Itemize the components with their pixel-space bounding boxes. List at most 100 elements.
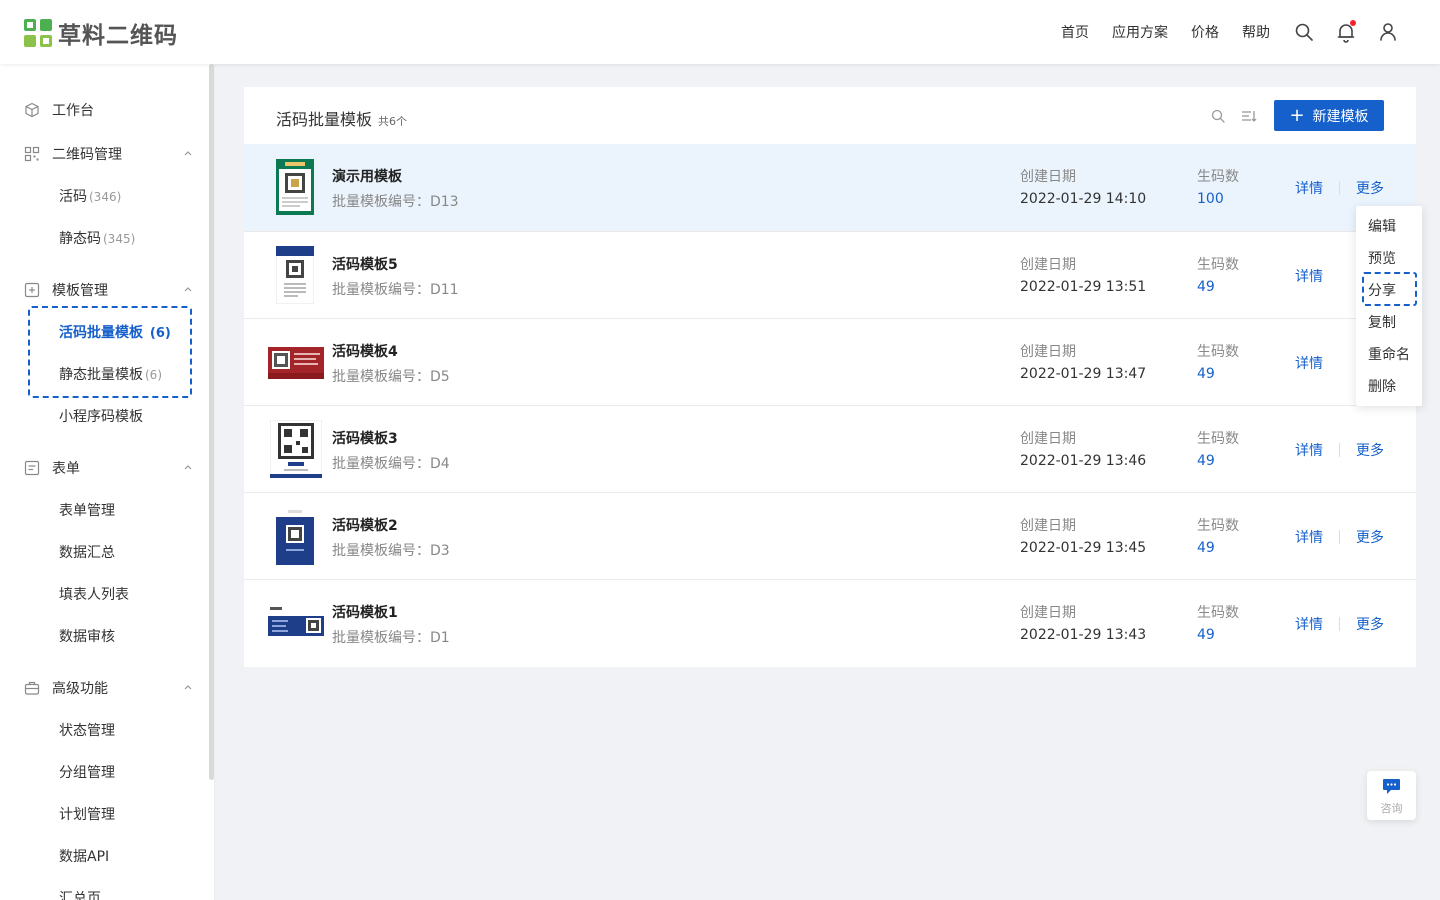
detail-link[interactable]: 详情 — [1295, 614, 1323, 634]
template-code: 批量模板编号：D1 — [332, 630, 450, 646]
template-name: 活码模板2 — [332, 518, 398, 534]
table-row[interactable]: 活码模板3 批量模板编号：D4 创建日期 2022-01-29 13:46 生码… — [244, 405, 1416, 492]
created-date: 2022-01-29 13:43 — [1020, 627, 1147, 643]
card-header: 活码批量模板 共6个 + 新建模板 — [244, 87, 1416, 144]
sidebar-item-group-manage[interactable]: 分组管理 — [59, 762, 115, 782]
template-thumbnail — [276, 246, 314, 304]
sidebar-item-summary-page[interactable]: 汇总页 — [59, 888, 101, 900]
code-count-link[interactable]: 100 — [1197, 191, 1224, 207]
created-label: 创建日期 — [1020, 431, 1076, 447]
sidebar-group-qr[interactable]: 二维码管理 — [24, 144, 122, 164]
sidebar-scrollbar[interactable] — [209, 64, 214, 780]
divider — [1339, 617, 1340, 631]
top-header: 草料二维码 首页 应用方案 价格 帮助 — [0, 0, 1440, 64]
nav-home[interactable]: 首页 — [1061, 22, 1089, 42]
table-row[interactable]: 活码模板2 批量模板编号：D3 创建日期 2022-01-29 13:45 生码… — [244, 492, 1416, 579]
template-thumbnail — [268, 347, 324, 379]
template-icon — [24, 282, 40, 298]
nav-help[interactable]: 帮助 — [1242, 22, 1270, 42]
sidebar-item-static-code[interactable]: 静态码 (345) — [59, 228, 135, 248]
chevron-up-icon[interactable] — [183, 462, 193, 472]
sidebar-group-template[interactable]: 模板管理 — [24, 280, 108, 300]
more-link[interactable]: 更多 — [1356, 614, 1384, 634]
created-date: 2022-01-29 13:47 — [1020, 366, 1147, 382]
sidebar-item-data-api[interactable]: 数据API — [59, 846, 109, 866]
sidebar-item-live-batch-template[interactable]: 活码批量模板 (6) — [59, 322, 171, 342]
menu-item-rename[interactable]: 重命名 — [1368, 344, 1410, 364]
more-link[interactable]: 更多 — [1356, 527, 1384, 547]
menu-item-edit[interactable]: 编辑 — [1368, 216, 1396, 236]
template-code: 批量模板编号：D4 — [332, 456, 450, 472]
template-name: 演示用模板 — [332, 169, 402, 185]
consult-label: 咨询 — [1380, 802, 1403, 815]
template-thumbnail — [268, 604, 324, 644]
sidebar-item-data-review[interactable]: 数据审核 — [59, 626, 115, 646]
more-link[interactable]: 更多 — [1356, 440, 1384, 460]
plus-icon: + — [1289, 104, 1305, 126]
sidebar-group-form[interactable]: 表单 — [24, 458, 80, 478]
menu-item-share[interactable]: 分享 — [1368, 280, 1396, 300]
consult-button[interactable]: 咨询 — [1367, 771, 1416, 820]
template-code: 批量模板编号：D5 — [332, 369, 450, 385]
menu-item-copy[interactable]: 复制 — [1368, 312, 1396, 332]
template-code: 批量模板编号：D11 — [332, 282, 459, 298]
code-count-link[interactable]: 49 — [1197, 627, 1215, 643]
detail-link[interactable]: 详情 — [1295, 440, 1323, 460]
nav-solutions[interactable]: 应用方案 — [1112, 22, 1168, 42]
sidebar-group-advanced[interactable]: 高级功能 — [24, 678, 108, 698]
bell-icon[interactable] — [1334, 20, 1358, 44]
template-name: 活码模板3 — [332, 431, 398, 447]
new-template-button[interactable]: + 新建模板 — [1274, 100, 1384, 131]
more-link[interactable]: 更多 — [1356, 178, 1384, 198]
created-label: 创建日期 — [1020, 344, 1076, 360]
search-icon[interactable] — [1210, 108, 1226, 124]
count-label: 生码数 — [1197, 257, 1239, 273]
template-code: 批量模板编号：D3 — [332, 543, 450, 559]
created-date: 2022-01-29 13:45 — [1020, 540, 1147, 556]
nav-pricing[interactable]: 价格 — [1191, 22, 1219, 42]
total-count: 共6个 — [378, 115, 408, 128]
sidebar-item-miniprogram-template[interactable]: 小程序码模板 — [59, 406, 143, 426]
template-thumbnail — [270, 420, 322, 478]
brand-logo[interactable]: 草料二维码 — [24, 16, 178, 50]
sidebar-item-workbench[interactable]: 工作台 — [24, 100, 94, 120]
count-label: 生码数 — [1197, 605, 1239, 621]
sidebar-label: 模板管理 — [52, 283, 108, 299]
template-thumbnail — [276, 159, 314, 215]
detail-link[interactable]: 详情 — [1295, 527, 1323, 547]
detail-link[interactable]: 详情 — [1295, 266, 1323, 286]
code-count-link[interactable]: 49 — [1197, 279, 1215, 295]
sort-icon[interactable] — [1241, 108, 1257, 124]
divider — [1339, 181, 1340, 195]
table-row[interactable]: 活码模板5 批量模板编号：D11 创建日期 2022-01-29 13:51 生… — [244, 231, 1416, 318]
created-date: 2022-01-29 14:10 — [1020, 191, 1147, 207]
code-count-link[interactable]: 49 — [1197, 453, 1215, 469]
search-icon[interactable] — [1292, 20, 1316, 44]
sidebar-item-filler-list[interactable]: 填表人列表 — [59, 584, 129, 604]
chevron-up-icon[interactable] — [183, 284, 193, 294]
sidebar-item-static-batch-template[interactable]: 静态批量模板 (6) — [59, 364, 162, 384]
sidebar-label: 高级功能 — [52, 681, 108, 697]
template-name: 活码模板1 — [332, 605, 398, 621]
user-icon[interactable] — [1376, 20, 1400, 44]
table-row[interactable]: 演示用模板 批量模板编号：D13 创建日期 2022-01-29 14:10 生… — [244, 144, 1416, 231]
table-row[interactable]: 活码模板4 批量模板编号：D5 创建日期 2022-01-29 13:47 生码… — [244, 318, 1416, 405]
sidebar-item-status-manage[interactable]: 状态管理 — [59, 720, 115, 740]
chevron-up-icon[interactable] — [183, 682, 193, 692]
top-icons — [1274, 20, 1400, 44]
code-count-link[interactable]: 49 — [1197, 366, 1215, 382]
detail-link[interactable]: 详情 — [1295, 178, 1323, 198]
menu-item-delete[interactable]: 删除 — [1368, 376, 1396, 396]
divider — [1339, 530, 1340, 544]
sidebar-item-form-manage[interactable]: 表单管理 — [59, 500, 115, 520]
sidebar-item-live-code[interactable]: 活码 (346) — [59, 186, 121, 206]
menu-item-preview[interactable]: 预览 — [1368, 248, 1396, 268]
sidebar: 工作台 二维码管理 活码 (346) 静态码 (345) 模板管理 活码批量模板 (… — [0, 64, 215, 900]
code-count-link[interactable]: 49 — [1197, 540, 1215, 556]
table-row[interactable]: 活码模板1 批量模板编号：D1 创建日期 2022-01-29 13:43 生码… — [244, 579, 1416, 666]
sidebar-item-plan-manage[interactable]: 计划管理 — [59, 804, 115, 824]
more-dropdown-menu: 编辑 预览 分享 复制 重命名 删除 — [1356, 206, 1422, 406]
sidebar-item-data-summary[interactable]: 数据汇总 — [59, 542, 115, 562]
detail-link[interactable]: 详情 — [1295, 353, 1323, 373]
chevron-up-icon[interactable] — [183, 148, 193, 158]
